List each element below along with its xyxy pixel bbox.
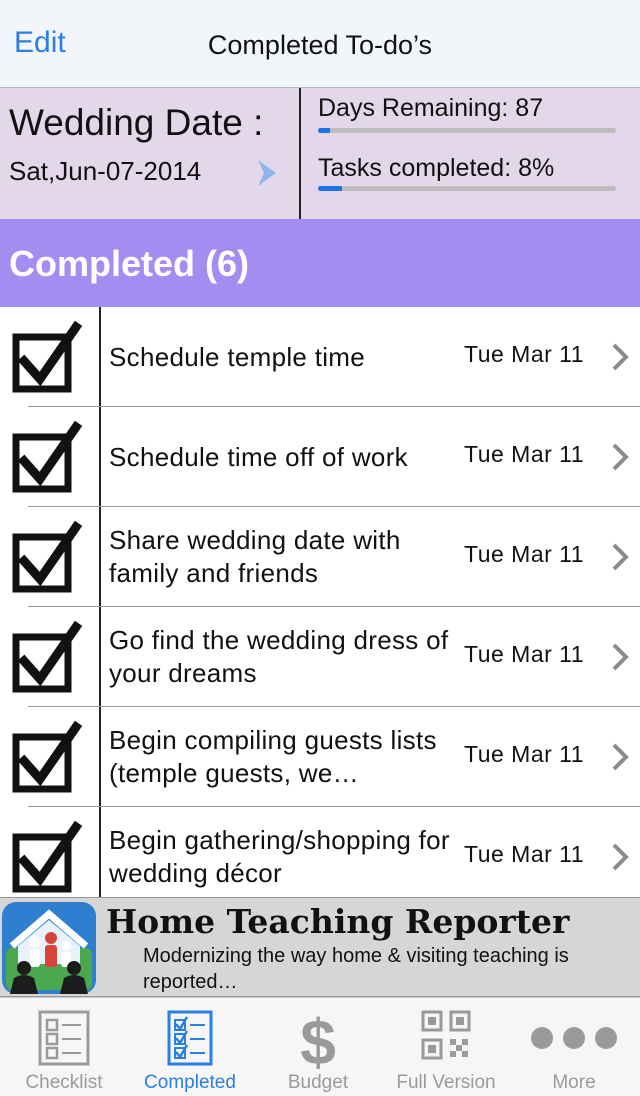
checked-checkbox-icon[interactable] (10, 317, 84, 397)
task-text: Begin compiling guests lists (temple gue… (109, 725, 437, 788)
task-date: Tue Mar 11 (464, 441, 585, 467)
task-row[interactable]: Schedule time off of work Tue Mar 11 (0, 407, 640, 507)
svg-text:$: $ (300, 1010, 336, 1070)
summary-divider (299, 88, 301, 219)
row-divider (99, 407, 101, 507)
more-dots-icon (531, 1027, 617, 1049)
row-divider (99, 707, 101, 807)
page-title: Completed To-do’s (207, 30, 433, 60)
chevron-right-icon[interactable] (608, 341, 632, 373)
task-text: Share wedding date with family and frien… (109, 525, 401, 588)
section-header: Completed (6) (0, 219, 640, 307)
days-remaining-label: Days Remaining: 87 (318, 94, 544, 122)
days-remaining-progress-fill (318, 128, 330, 133)
completed-checklist-icon (167, 1010, 213, 1066)
task-text: Go find the wedding dress of your dreams (109, 625, 449, 688)
checklist-icon (38, 1010, 90, 1066)
ad-title: Home Teaching Reporter (106, 902, 570, 941)
checked-checkbox-icon[interactable] (10, 817, 84, 897)
tasks-completed-progress-fill (318, 186, 342, 191)
task-date: Tue Mar 11 (464, 641, 585, 667)
chevron-right-icon[interactable] (608, 641, 632, 673)
tab-label: Full Version (396, 1072, 496, 1093)
tab-budget[interactable]: $ Budget (254, 998, 382, 1096)
tab-label: Completed (144, 1072, 236, 1093)
row-divider (99, 807, 101, 897)
wedding-date-label: Wedding Date : (9, 102, 264, 143)
chevron-right-icon[interactable] (608, 841, 632, 873)
completed-task-list: Schedule temple time Tue Mar 11 Schedule… (0, 307, 640, 897)
navigation-bar: Edit Completed To-do’s (0, 0, 640, 88)
row-divider (99, 607, 101, 707)
task-text: Begin gathering/shopping for wedding déc… (109, 825, 450, 888)
wedding-date-value[interactable]: Sat,Jun-07-2014 (9, 156, 201, 187)
chevron-right-icon[interactable] (608, 541, 632, 573)
task-row[interactable]: Begin compiling guests lists (temple gue… (0, 707, 640, 807)
task-date: Tue Mar 11 (464, 841, 585, 867)
tab-completed[interactable]: Completed (126, 998, 254, 1096)
family-house-app-icon (2, 902, 96, 994)
task-row[interactable]: Go find the wedding dress of your dreams… (0, 607, 640, 707)
tasks-completed-label: Tasks completed: 8% (318, 154, 555, 182)
task-row[interactable]: Share wedding date with family and frien… (0, 507, 640, 607)
tasks-completed-progress-bar (318, 186, 616, 191)
row-divider (99, 307, 101, 407)
tab-bar: Checklist Completed $ Budget Full Versio… (0, 997, 640, 1096)
tab-label: Checklist (25, 1072, 103, 1093)
section-title: Completed (6) (9, 243, 250, 284)
task-row[interactable]: Begin gathering/shopping for wedding déc… (0, 807, 640, 897)
tab-label: Budget (287, 1072, 349, 1093)
qr-code-icon (421, 1010, 471, 1060)
checked-checkbox-icon[interactable] (10, 417, 84, 497)
task-row[interactable]: Schedule temple time Tue Mar 11 (0, 307, 640, 407)
days-remaining-progress-bar (318, 128, 616, 133)
task-date: Tue Mar 11 (464, 341, 585, 367)
tab-label: More (552, 1072, 596, 1093)
checked-checkbox-icon[interactable] (10, 617, 84, 697)
chevron-right-icon[interactable] (608, 741, 632, 773)
tab-more[interactable]: More (510, 998, 638, 1096)
task-date: Tue Mar 11 (464, 741, 585, 767)
checked-checkbox-icon[interactable] (10, 517, 84, 597)
task-date: Tue Mar 11 (464, 541, 585, 567)
tab-full-version[interactable]: Full Version (382, 998, 510, 1096)
ad-banner[interactable]: Home Teaching Reporter Modernizing the w… (0, 897, 640, 997)
dollar-icon: $ (300, 1010, 336, 1070)
tab-checklist[interactable]: Checklist (0, 998, 128, 1096)
row-divider (99, 507, 101, 607)
task-text: Schedule time off of work (109, 441, 408, 472)
checked-checkbox-icon[interactable] (10, 717, 84, 797)
task-text: Schedule temple time (109, 341, 366, 372)
wedding-summary-panel: Wedding Date : Sat,Jun-07-2014 Days Rema… (0, 88, 640, 219)
ad-description: Modernizing the way home & visiting teac… (143, 945, 569, 993)
chevron-right-icon[interactable] (252, 156, 282, 190)
chevron-right-icon[interactable] (608, 441, 632, 473)
